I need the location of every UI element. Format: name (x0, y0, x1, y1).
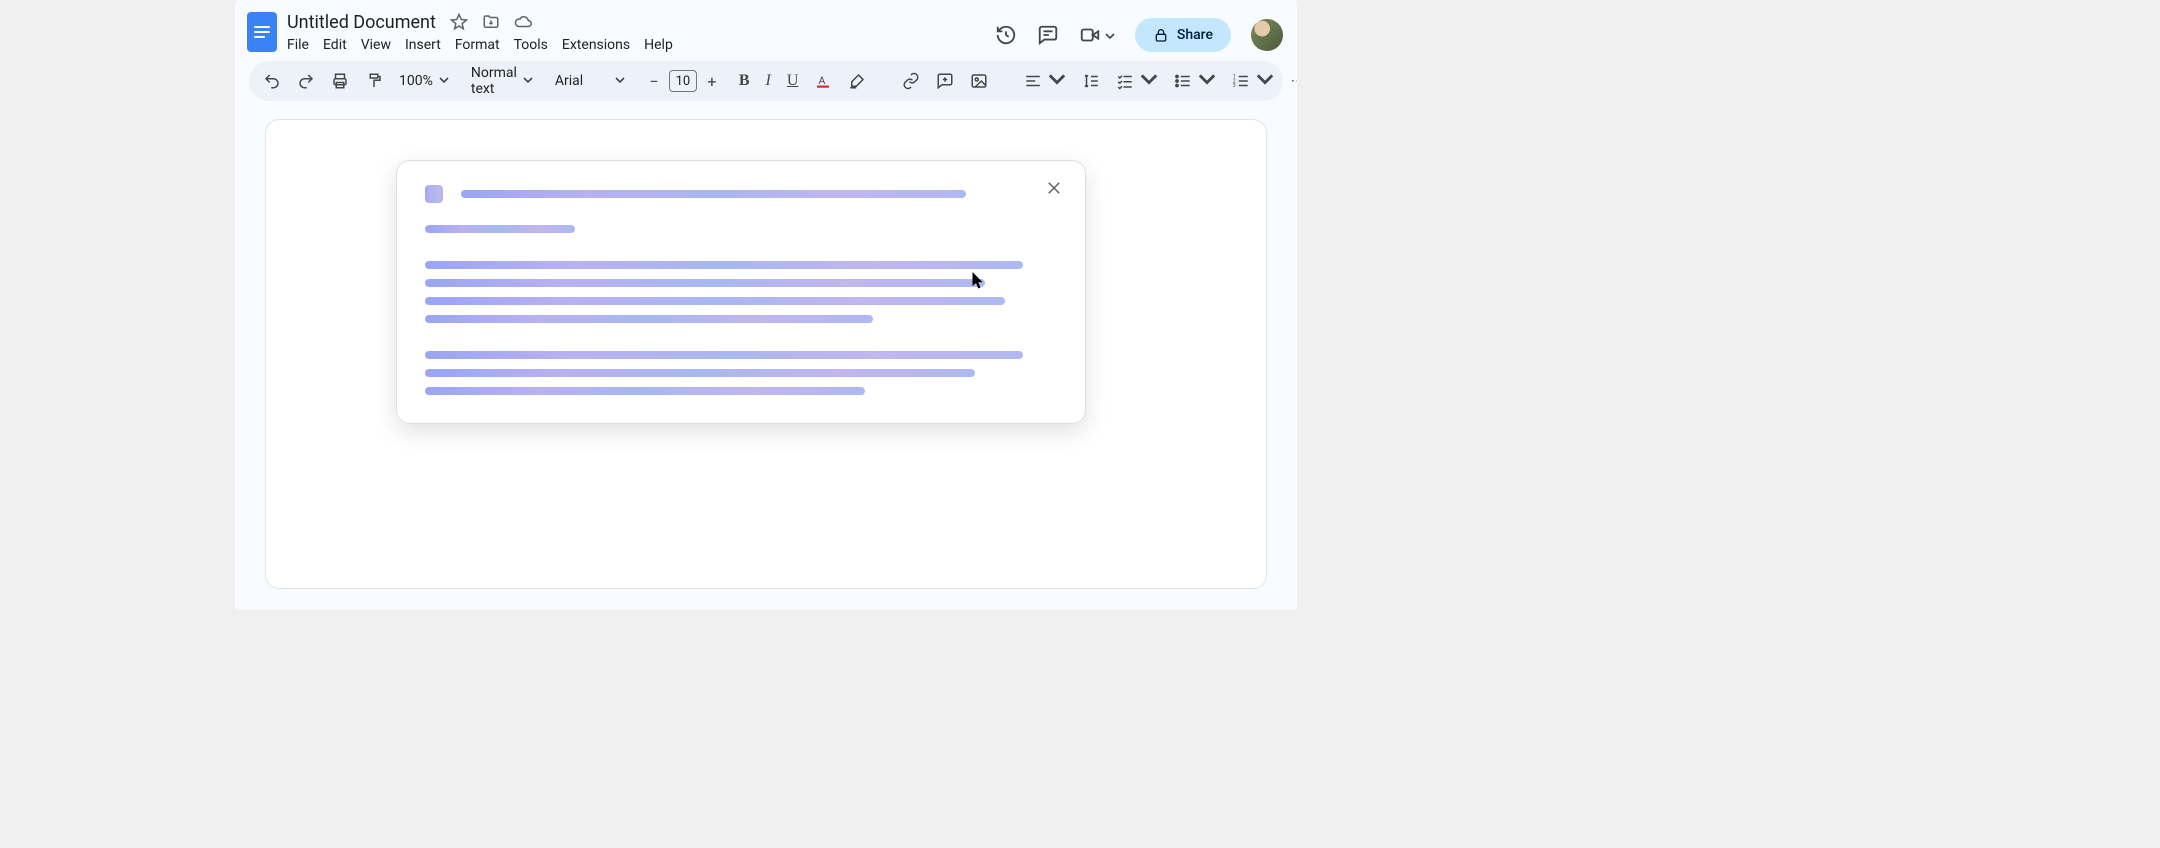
mouse-cursor-icon (972, 272, 985, 294)
paragraph-style-value: Normal text (471, 65, 517, 97)
numbered-list-dropdown[interactable]: 123 (1232, 70, 1274, 92)
share-label: Share (1177, 27, 1213, 43)
bulleted-list-dropdown[interactable] (1174, 70, 1216, 92)
zoom-value: 100% (399, 73, 433, 89)
meet-button[interactable] (1079, 24, 1115, 46)
title-bar: Untitled Document File Edit View Insert … (235, 0, 1297, 53)
underline-icon[interactable]: U (787, 72, 799, 90)
placeholder-line (461, 190, 966, 198)
checklist-dropdown[interactable] (1116, 70, 1158, 92)
print-icon[interactable] (331, 72, 349, 90)
add-comment-icon[interactable] (936, 72, 954, 90)
star-icon[interactable] (450, 13, 468, 31)
placeholder-line (425, 315, 873, 323)
menu-extensions[interactable]: Extensions (562, 37, 630, 53)
placeholder-line (425, 279, 985, 287)
move-to-folder-icon[interactable] (482, 13, 500, 31)
ai-avatar-placeholder-icon (425, 185, 443, 203)
close-icon[interactable] (1045, 179, 1063, 201)
placeholder-line (425, 369, 975, 377)
ai-suggestion-card (396, 160, 1086, 424)
svg-text:A: A (819, 74, 826, 87)
menu-bar: File Edit View Insert Format Tools Exten… (287, 37, 673, 53)
placeholder-line (425, 225, 575, 233)
comments-icon[interactable] (1037, 24, 1059, 46)
font-size-input[interactable]: 10 (669, 70, 697, 92)
cloud-status-icon[interactable] (514, 13, 532, 31)
placeholder-line (425, 387, 865, 395)
document-title[interactable]: Untitled Document (287, 12, 436, 33)
insert-link-icon[interactable] (902, 72, 920, 90)
history-icon[interactable] (995, 24, 1017, 46)
menu-tools[interactable]: Tools (514, 37, 548, 53)
more-options-icon[interactable]: ⋯ (1290, 73, 1297, 89)
align-dropdown[interactable] (1024, 70, 1066, 92)
bold-icon[interactable]: B (739, 72, 750, 90)
share-button[interactable]: Share (1135, 18, 1231, 52)
document-page[interactable] (265, 119, 1267, 589)
font-dropdown[interactable]: Arial (555, 73, 625, 89)
highlight-color-icon[interactable] (848, 72, 866, 90)
menu-file[interactable]: File (287, 37, 309, 53)
google-docs-window: Untitled Document File Edit View Insert … (235, 0, 1297, 610)
decrease-font-size-button[interactable]: − (647, 72, 661, 91)
font-value: Arial (555, 73, 583, 89)
redo-icon[interactable] (297, 72, 315, 90)
svg-text:3: 3 (1233, 83, 1236, 89)
menu-edit[interactable]: Edit (323, 37, 347, 53)
lock-icon (1153, 27, 1169, 43)
undo-icon[interactable] (263, 72, 281, 90)
placeholder-line (425, 261, 1023, 269)
formatting-toolbar: 100% Normal text Arial − 10 + B I U A (249, 61, 1283, 101)
line-spacing-dropdown[interactable] (1082, 72, 1100, 90)
italic-icon[interactable]: I (766, 72, 771, 90)
paragraph-style-dropdown[interactable]: Normal text (471, 65, 533, 97)
menu-help[interactable]: Help (644, 37, 673, 53)
menu-insert[interactable]: Insert (405, 37, 441, 53)
placeholder-line (425, 297, 1005, 305)
zoom-dropdown[interactable]: 100% (399, 73, 449, 89)
menu-view[interactable]: View (361, 37, 391, 53)
menu-format[interactable]: Format (455, 37, 500, 53)
increase-font-size-button[interactable]: + (705, 72, 719, 91)
placeholder-line (425, 351, 1023, 359)
avatar[interactable] (1251, 19, 1283, 51)
chevron-down-icon (523, 73, 533, 89)
chevron-down-icon (1105, 26, 1115, 45)
text-color-icon[interactable]: A (814, 72, 832, 90)
insert-image-icon[interactable] (970, 72, 988, 90)
chevron-down-icon (439, 73, 449, 89)
docs-logo-icon[interactable] (247, 12, 277, 52)
chevron-down-icon (615, 73, 625, 89)
paint-format-icon[interactable] (365, 72, 383, 90)
document-canvas (235, 119, 1297, 589)
